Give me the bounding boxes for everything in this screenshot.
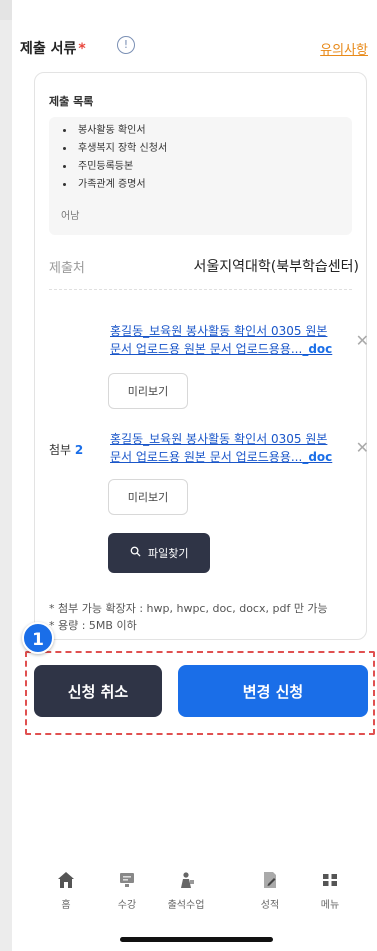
list-item: 봉사활동 확인서 xyxy=(63,122,352,140)
list-item: 주민등록등본 xyxy=(63,158,352,176)
submit-change-button[interactable]: 변경 신청 xyxy=(178,665,368,717)
file-size-note: * 용량 : 5MB 이하 xyxy=(49,619,137,632)
tab-attendance[interactable]: 출석수업 xyxy=(158,870,214,911)
bullet-icon xyxy=(63,146,66,150)
lecture-icon xyxy=(99,870,155,894)
bullet-icon xyxy=(63,164,66,168)
home-icon xyxy=(38,870,94,894)
attendance-icon xyxy=(158,870,214,894)
home-indicator[interactable] xyxy=(120,937,273,942)
attached-file-link[interactable]: 홍길동_보육원 봉사활동 확인서 0305 원본 문서 업로드용 원본 문서 업… xyxy=(110,322,336,358)
notice-link[interactable]: 유의사항 xyxy=(320,39,368,58)
document-list-label: 제출 목록 xyxy=(49,95,94,108)
attachment-count: 2 xyxy=(74,443,84,457)
list-item: 가족관계 증명서 xyxy=(63,176,352,194)
menu-grid-icon xyxy=(302,870,358,894)
attachment-label: 첨부 2 xyxy=(49,443,84,457)
bullet-icon xyxy=(63,128,66,132)
list-item: 후생복지 장학 신청서 xyxy=(63,140,352,158)
preview-button[interactable]: 미리보기 xyxy=(108,373,188,409)
cancel-request-button[interactable]: 신청 취소 xyxy=(34,665,162,717)
tab-menu[interactable]: 메뉴 xyxy=(302,870,358,911)
file-extension-note: * 첨부 가능 확장자 : hwp, hwpc, doc, docx, pdf … xyxy=(49,602,328,615)
divider xyxy=(49,289,352,290)
remove-file-icon[interactable]: ✕ xyxy=(356,331,369,350)
section-title-text: 제출 서류 xyxy=(20,41,77,57)
section-title: 제출 서류 * xyxy=(20,38,86,58)
attached-file-link[interactable]: 홍길동_보육원 봉사활동 확인서 0305 원본 문서 업로드용 원본 문서 업… xyxy=(110,430,336,466)
document-list: 봉사활동 확인서 후생복지 장학 신청서 주민등록등본 가족관계 증명서 어남 xyxy=(49,117,352,235)
remove-file-icon[interactable]: ✕ xyxy=(356,438,369,457)
bullet-icon xyxy=(63,182,66,186)
find-file-button[interactable]: 파일찾기 xyxy=(108,533,210,573)
tab-lecture[interactable]: 수강 xyxy=(99,870,155,911)
document-list-extra: 어남 xyxy=(61,211,80,222)
destination-label: 제출처 xyxy=(49,261,85,276)
required-mark: * xyxy=(78,41,86,57)
annotation-badge: 1 xyxy=(22,622,54,654)
preview-button[interactable]: 미리보기 xyxy=(108,479,188,515)
search-icon xyxy=(130,546,145,560)
grades-icon xyxy=(242,870,298,894)
bottom-tab-bar: 홈 수강 출석수업 성적 메뉴 xyxy=(0,870,377,930)
destination-value: 서울지역대학(북부학습센터) xyxy=(193,259,359,275)
tab-grades[interactable]: 성적 xyxy=(242,870,298,911)
info-icon[interactable]: ! xyxy=(117,36,135,54)
tab-home[interactable]: 홈 xyxy=(38,870,94,911)
